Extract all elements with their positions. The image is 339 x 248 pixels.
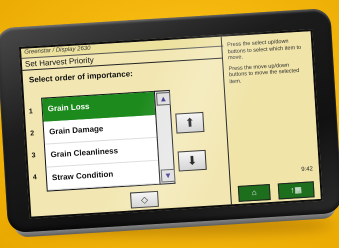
clock-time: 9:42 xyxy=(301,166,314,174)
help-paragraph-select: Press the select up/down buttons to sele… xyxy=(227,38,302,62)
help-text: Press the select up/down buttons to sele… xyxy=(227,37,310,89)
priority-list: Grain Loss Grain Damage Grain Cleanlines… xyxy=(41,90,161,192)
display-screen: Greenstar / Display 2630 Set Harvest Pri… xyxy=(18,29,323,219)
main-pane: Greenstar / Display 2630 Set Harvest Pri… xyxy=(21,36,231,217)
rank-number: 2 xyxy=(30,130,35,138)
home-icon[interactable]: ⌂ xyxy=(237,183,271,202)
ok-button[interactable]: ◇ xyxy=(130,190,159,209)
help-paragraph-move: Press the move up/down buttons to move t… xyxy=(228,62,300,85)
rank-number: 1 xyxy=(28,108,34,116)
display-device: Greenstar / Display 2630 Set Harvest Pri… xyxy=(0,7,339,243)
rank-number: 3 xyxy=(31,152,36,160)
move-up-button[interactable]: ⬆ xyxy=(175,111,205,134)
move-down-button[interactable]: ⬇ xyxy=(177,149,207,172)
scroll-down-icon[interactable]: ▼ xyxy=(160,168,176,183)
help-pane: Press the select up/down buttons to sele… xyxy=(222,31,321,205)
grid-view-icon[interactable]: ↑▦ xyxy=(277,181,315,200)
scroll-up-icon[interactable]: ▲ xyxy=(155,91,171,106)
rank-number: 4 xyxy=(32,174,38,182)
instruction-text: Select order of importance: xyxy=(28,69,134,85)
